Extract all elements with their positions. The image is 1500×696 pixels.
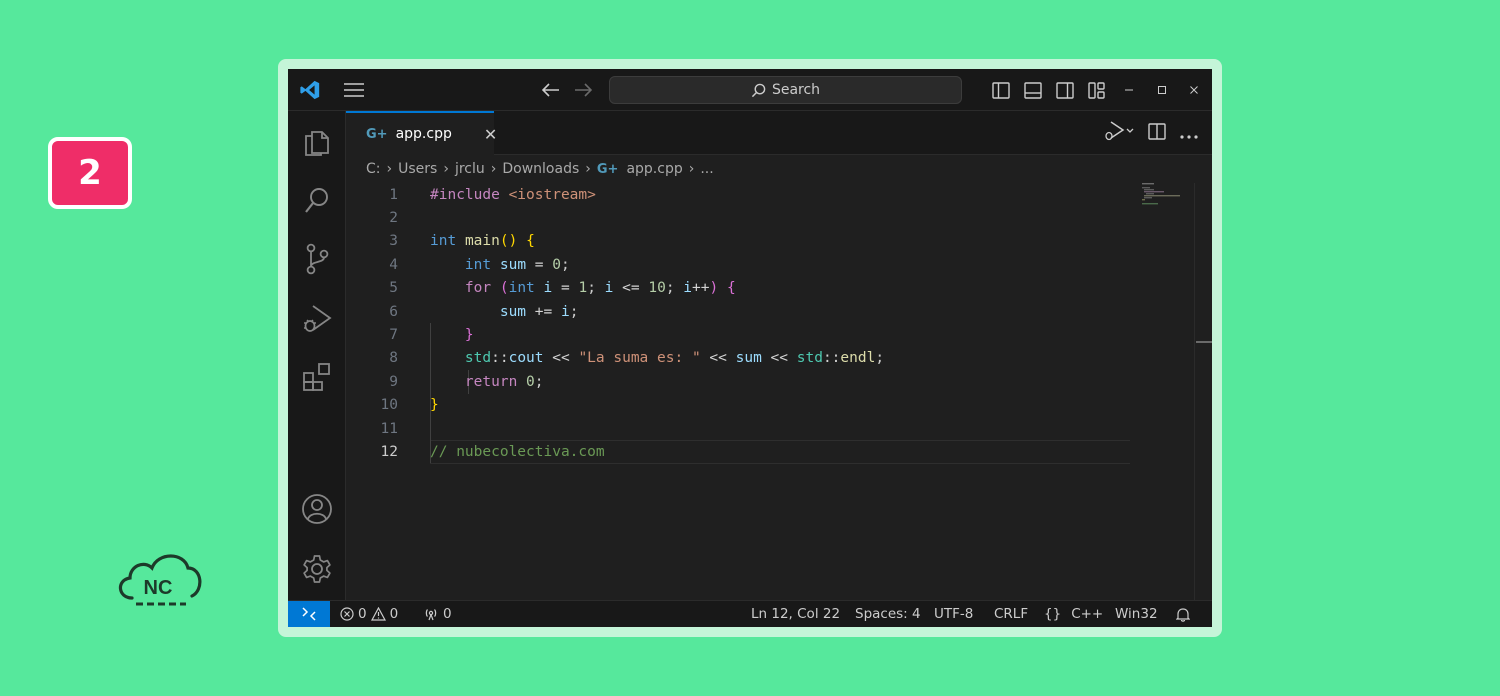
breadcrumb-chevron-icon: ›: [585, 161, 591, 177]
command-center-search[interactable]: Search: [609, 76, 962, 104]
code-line-3: int main() {: [430, 233, 535, 250]
broadcast-icon: [425, 609, 437, 621]
remote-indicator[interactable]: [288, 601, 330, 627]
breadcrumb-chevron-icon: ›: [386, 161, 393, 177]
more-actions-icon[interactable]: [1180, 124, 1198, 143]
code-editor[interactable]: 1 #include <iostream> 2 3 int main() { 4…: [346, 183, 1194, 600]
line-number: 1: [389, 186, 398, 203]
tab-bar: G+ app.cpp ✕: [346, 111, 1212, 155]
nubecolectiva-logo: NC: [118, 554, 202, 606]
warning-icon: [370, 607, 386, 621]
language-mode[interactable]: {} C++: [1044, 601, 1103, 627]
line-number: 8: [389, 350, 398, 367]
line-number: 7: [389, 327, 398, 344]
breadcrumb-drive[interactable]: C:: [366, 161, 381, 177]
indentation-setting[interactable]: Spaces: 4: [855, 601, 921, 627]
line-number: 11: [380, 420, 398, 437]
menu-icon[interactable]: [340, 69, 368, 111]
search-label: Search: [771, 82, 821, 98]
maximize-icon[interactable]: [1151, 69, 1173, 111]
breadcrumb-symbols[interactable]: ...: [700, 161, 713, 177]
code-line-5: for (int i = 1; i <= 10; i++) {: [464, 280, 736, 297]
search-icon: [751, 83, 766, 97]
line-number: 3: [389, 233, 398, 250]
toggle-secondary-sidebar-icon[interactable]: [1054, 69, 1076, 111]
line-number: 5: [389, 280, 398, 297]
error-count: 0: [358, 606, 367, 622]
account-icon[interactable]: [288, 487, 346, 531]
editor-actions: [1102, 111, 1198, 155]
breadcrumb-users[interactable]: Users: [398, 161, 437, 177]
split-editor-icon[interactable]: [1148, 122, 1166, 144]
ports-count: 0: [443, 606, 452, 622]
minimize-icon[interactable]: [1118, 69, 1140, 111]
platform-config[interactable]: Win32: [1115, 601, 1158, 627]
code-line-9: return 0;: [464, 373, 544, 390]
close-icon[interactable]: [1183, 69, 1205, 111]
logo-text: NC: [144, 577, 173, 599]
breadcrumb-user[interactable]: jrclu: [455, 161, 485, 177]
vertical-scrollbar[interactable]: [1194, 183, 1212, 600]
line-number-active: 12: [380, 444, 398, 461]
forward-arrow-icon[interactable]: [570, 69, 596, 111]
code-line-8: std::cout << "La suma es: " << sum << st…: [464, 350, 885, 367]
breadcrumb-chevron-icon: ›: [443, 161, 449, 177]
source-control-icon[interactable]: [288, 237, 346, 281]
extensions-icon[interactable]: [288, 355, 346, 399]
activity-bar: [288, 111, 346, 600]
toggle-panel-icon[interactable]: [1022, 69, 1044, 111]
code-line-4: int sum = 0;: [464, 256, 570, 273]
breadcrumb-chevron-icon: ›: [688, 161, 695, 177]
tab-label: app.cpp: [395, 126, 452, 142]
vscode-logo-icon: [296, 69, 324, 111]
settings-gear-icon[interactable]: [288, 547, 346, 591]
code-line-10: }: [430, 397, 439, 414]
ports-indicator[interactable]: 0: [423, 601, 452, 627]
code-line-12: // nubecolectiva.com: [430, 444, 605, 461]
explorer-icon[interactable]: [288, 119, 346, 163]
tab-app-cpp[interactable]: G+ app.cpp ✕: [346, 111, 497, 155]
minimap[interactable]: [1136, 183, 1194, 600]
line-number: 6: [389, 303, 398, 320]
breadcrumb-downloads[interactable]: Downloads: [502, 161, 579, 177]
language-label: C++: [1071, 606, 1104, 622]
customize-layout-icon[interactable]: [1086, 69, 1108, 111]
run-debug-dropdown-icon[interactable]: [1102, 120, 1134, 146]
line-number: 9: [389, 373, 398, 390]
status-bar: 0 0 0 Ln 12, Col 22 Spaces: 4 UTF-8 CRLF…: [288, 600, 1212, 627]
line-number: 4: [389, 256, 398, 273]
cpp-file-icon: G+: [596, 161, 619, 177]
remote-icon: [302, 607, 316, 621]
line-ending[interactable]: CRLF: [994, 601, 1028, 627]
braces-icon: {}: [1044, 606, 1062, 622]
line-number: 10: [380, 397, 398, 414]
step-number-badge: 2: [48, 137, 132, 209]
breadcrumb-file[interactable]: app.cpp: [626, 161, 682, 177]
problems-indicator[interactable]: 0 0: [340, 601, 398, 627]
code-line-7: }: [464, 327, 474, 344]
breadcrumb-chevron-icon: ›: [490, 161, 497, 177]
tab-close-icon[interactable]: ✕: [484, 125, 497, 144]
search-icon[interactable]: [288, 179, 346, 223]
warning-count: 0: [389, 606, 399, 622]
back-arrow-icon[interactable]: [538, 69, 564, 111]
cursor-position[interactable]: Ln 12, Col 22: [751, 601, 840, 627]
title-bar: Search: [288, 69, 1212, 111]
code-line-1: #include <iostream>: [430, 186, 596, 203]
run-debug-icon[interactable]: [288, 297, 346, 341]
error-icon: [340, 607, 354, 621]
toggle-primary-sidebar-icon[interactable]: [990, 69, 1012, 111]
breadcrumb: C: › Users › jrclu › Downloads › G+ app.…: [346, 155, 1212, 183]
code-line-6: sum += i;: [499, 303, 579, 320]
notifications-bell-icon[interactable]: [1176, 601, 1190, 627]
window-frame: Search G+ app.cpp ✕ C: › Users › jrclu ›…: [278, 59, 1222, 637]
scrollbar-cursor-marker: [1196, 341, 1212, 343]
cpp-file-icon: G+: [366, 126, 388, 142]
file-encoding[interactable]: UTF-8: [934, 601, 973, 627]
line-number: 2: [389, 210, 398, 227]
vscode-window: Search G+ app.cpp ✕ C: › Users › jrclu ›…: [288, 69, 1212, 627]
